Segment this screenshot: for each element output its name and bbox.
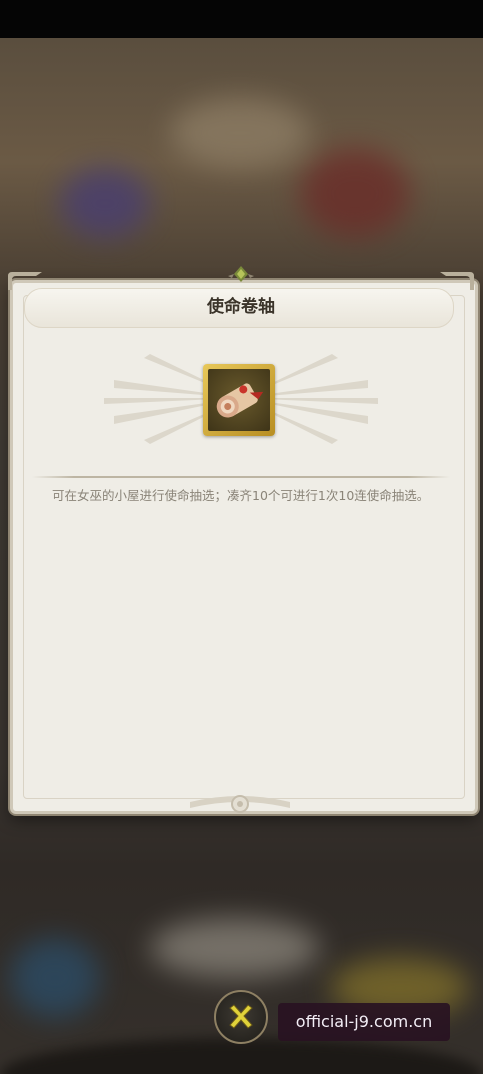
watermark-label: official-j9.com.cn: [278, 1003, 450, 1041]
bottom-ornament: [190, 795, 290, 813]
item-description: 可在女巫的小屋进行使命抽选；凑齐10个可进行1次10连使命抽选。: [52, 488, 430, 503]
close-button[interactable]: [214, 990, 268, 1044]
scroll-icon: [216, 383, 264, 418]
divider: [32, 476, 450, 478]
leaf-ornament-icon: [228, 266, 254, 282]
item-slot: [203, 364, 275, 436]
status-bar: [0, 0, 483, 38]
close-x-icon: [229, 1004, 253, 1029]
item-detail-dialog: 使命卷轴 可在女巫的小屋进行使命抽选；凑齐10个可进行1次10连使命抽选。: [8, 266, 478, 824]
dialog-title: 使命卷轴: [207, 297, 275, 317]
